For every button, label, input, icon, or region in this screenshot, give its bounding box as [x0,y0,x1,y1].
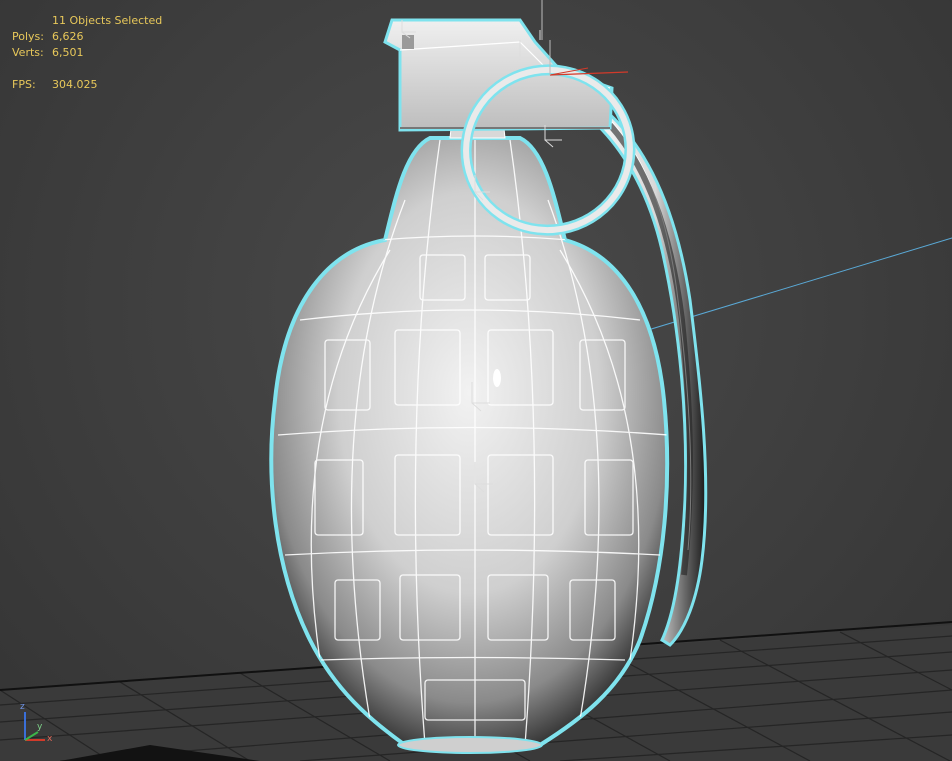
axis-label-x: x [47,734,53,744]
viewport-scene[interactable] [0,0,952,761]
viewport-statistics: 11 Objects Selected Polys: 6,626 Verts: … [12,13,162,93]
fps-row: FPS: 304.025 [12,77,162,93]
polys-label: Polys: [12,30,44,43]
selection-count: 11 Objects Selected [52,14,163,27]
fps-value: 304.025 [52,78,98,91]
verts-label: Verts: [12,46,44,59]
grenade-base [397,736,543,754]
axis-label-y: y [37,722,43,732]
polys-row: Polys: 6,626 [12,29,162,45]
fps-label: FPS: [12,78,36,91]
grenade-body[interactable] [269,136,670,754]
verts-value: 6,501 [52,46,84,59]
polys-value: 6,626 [52,30,84,43]
perspective-viewport[interactable]: z x y 11 Objects Selected Polys: 6,626 V… [0,0,952,761]
axis-label-z: z [20,702,25,712]
verts-row: Verts: 6,501 [12,45,162,61]
